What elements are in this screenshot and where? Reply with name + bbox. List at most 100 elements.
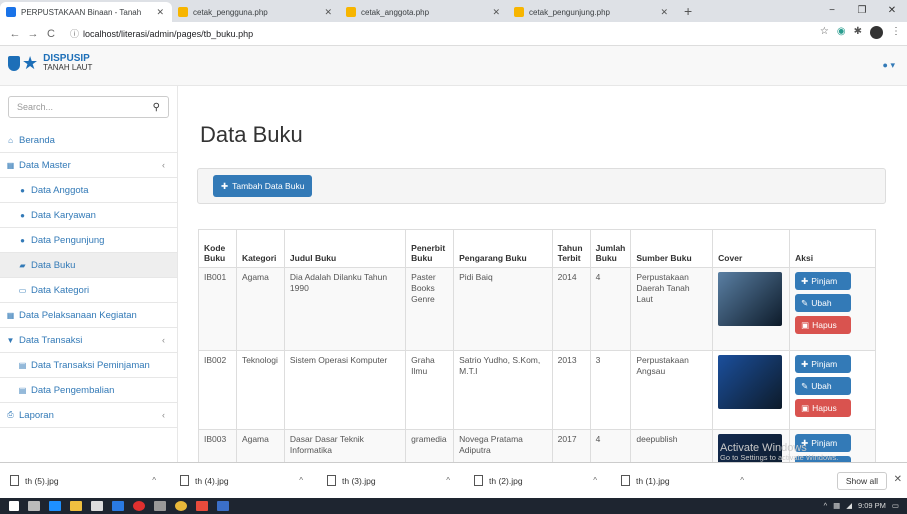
chevron-up-icon[interactable]: ^ [446, 476, 450, 485]
cell-tahun: 2014 [551, 267, 591, 351]
table-icon: ▤ [18, 360, 27, 370]
hapus-label: Hapus [812, 402, 837, 413]
add-book-button[interactable]: ✚ Tambah Data Buku [213, 175, 313, 197]
sidebar-item-data-karyawan[interactable]: ● Data Karyawan [0, 203, 177, 228]
download-item[interactable]: th (4).jpg ^ [170, 469, 317, 493]
profile-avatar[interactable] [870, 26, 883, 39]
store-icon[interactable] [91, 501, 103, 511]
chevron-up-icon[interactable]: ^ [740, 476, 744, 485]
star-icon: ★ [22, 52, 39, 73]
cell-cover [712, 267, 791, 351]
download-item[interactable]: th (2).jpg ^ [464, 469, 611, 493]
edge-icon[interactable] [49, 501, 61, 511]
close-tab-icon[interactable]: ✕ [660, 7, 668, 18]
ubah-button[interactable]: ✎Ubah [795, 294, 852, 312]
download-item[interactable]: th (1).jpg ^ [611, 469, 758, 493]
cell-kode: IB002 [198, 350, 237, 430]
caret-down-icon: ▾ [890, 60, 895, 70]
volume-icon[interactable]: ◢ [846, 501, 852, 510]
close-window-button[interactable]: ✕ [877, 0, 907, 22]
close-tab-icon[interactable]: ✕ [156, 7, 164, 18]
users-icon: ● [20, 235, 25, 245]
opera-icon[interactable] [133, 501, 145, 511]
chevron-up-icon[interactable]: ^ [152, 476, 156, 485]
download-item[interactable]: th (5).jpg ^ [0, 469, 170, 493]
cell-penerbit: Paster Books Genre [405, 267, 455, 351]
cell-judul: Dia Adalah Dilanku Tahun 1990 [283, 267, 407, 351]
extension-icon[interactable]: ◉ [837, 26, 846, 39]
file-icon [621, 475, 630, 486]
sidebar-item-data-transaksi-peminjaman[interactable]: ▤ Data Transaksi Peminjaman [0, 353, 177, 378]
bookmark-star-icon[interactable]: ☆ [820, 26, 829, 39]
sidebar-item-beranda[interactable]: ⌂ Beranda [0, 128, 177, 153]
sidebar-item-label: Laporan [19, 409, 54, 421]
chevron-up-icon[interactable]: ^ [593, 476, 597, 485]
browser-tab-2[interactable]: cetak_anggota.php ✕ [340, 2, 508, 22]
cell-pengarang: Pidi Baiq [453, 267, 553, 351]
sidebar-item-data-pelaksanaan-kegiatan[interactable]: ▦ Data Pelaksanaan Kegiatan [0, 303, 177, 328]
dispusip-logo[interactable]: ★ DISPUSIP TANAH LAUT [8, 54, 92, 72]
app-icon[interactable] [217, 501, 229, 511]
user-menu[interactable]: ● ▾ [883, 60, 895, 71]
sidebar-item-data-master[interactable]: ▦ Data Master ‹ [0, 153, 177, 178]
app-icon[interactable] [196, 501, 208, 511]
browser-tab-0[interactable]: PERPUSTAKAAN Binaan - Tanah ✕ [0, 2, 172, 22]
download-item[interactable]: th (3).jpg ^ [317, 469, 464, 493]
start-icon[interactable] [9, 501, 19, 511]
close-shelf-icon[interactable]: ✕ [894, 474, 902, 485]
reload-icon[interactable]: C [42, 28, 60, 40]
print-icon: ⎙ [7, 410, 14, 419]
task-view-icon[interactable] [28, 501, 40, 511]
new-tab-button[interactable]: + [676, 2, 700, 22]
sidebar-item-laporan[interactable]: ⎙ Laporan ‹ [0, 403, 177, 428]
mail-icon[interactable] [112, 501, 124, 511]
tab-label: cetak_anggota.php [361, 7, 430, 17]
hapus-button[interactable]: ▣ Hapus [795, 316, 852, 334]
cell-aksi: ✚Pinjam ✎Ubah ▣Hapus [789, 350, 876, 430]
sidebar-item-label: Data Pengembalian [31, 384, 115, 396]
back-icon[interactable]: ← [6, 28, 24, 40]
clock[interactable]: 9:09 PM [858, 501, 886, 510]
tray-chevron-icon[interactable]: ^ [824, 501, 828, 510]
browser-menu-icon[interactable]: ⋮ [891, 26, 901, 39]
book-icon: ▰ [19, 260, 26, 270]
chevron-left-icon: ‹ [162, 160, 165, 170]
show-all-button[interactable]: Show all [836, 472, 887, 490]
app-header: ★ DISPUSIP TANAH LAUT ● ▾ [0, 46, 907, 86]
notification-icon[interactable]: ▭ [892, 501, 899, 510]
cell-jumlah: 4 [589, 429, 632, 462]
ubah-button[interactable]: ✎Ubah [795, 377, 852, 395]
trash-icon: ▣ [801, 402, 810, 413]
sidebar-item-data-pengunjung[interactable]: ● Data Pengunjung [0, 228, 177, 253]
close-tab-icon[interactable]: ✕ [492, 7, 500, 18]
cell-jumlah: 3 [589, 350, 632, 430]
cell-tahun: 2017 [551, 429, 591, 462]
download-shelf: th (5).jpg ^ th (4).jpg ^ th (3).jpg ^ th (2).… [0, 462, 907, 498]
hapus-button[interactable]: ▣ Hapus [795, 399, 852, 417]
sidebar-item-data-transaksi[interactable]: ▼ Data Transaksi ‹ [0, 328, 177, 353]
maximize-button[interactable]: ❐ [847, 0, 877, 22]
browser-tab-3[interactable]: cetak_pengunjung.php ✕ [508, 2, 676, 22]
chevron-up-icon[interactable]: ^ [299, 476, 303, 485]
sidebar-item-data-kategori[interactable]: ▭ Data Kategori [0, 278, 177, 303]
network-icon[interactable]: ▦ [833, 501, 840, 510]
sidebar-item-data-pengembalian[interactable]: ▤ Data Pengembalian [0, 378, 177, 403]
sidebar-item-data-anggota[interactable]: ● Data Anggota [0, 178, 177, 203]
close-tab-icon[interactable]: ✕ [324, 7, 332, 18]
forward-icon[interactable]: → [24, 28, 42, 40]
app-icon[interactable] [154, 501, 166, 511]
url-field[interactable]: ⓘ localhost/literasi/admin/pages/tb_buku.… [70, 27, 253, 40]
minimize-button[interactable]: − [817, 0, 847, 22]
puzzle-icon[interactable]: ✱ [854, 26, 862, 39]
download-filename: th (3).jpg [342, 475, 376, 486]
table-header-row: Kode Buku Kategori Judul Buku Penerbit B… [198, 229, 876, 268]
sidebar-search-input[interactable]: Search... ⚲ [8, 96, 169, 118]
browser-tab-1[interactable]: cetak_pengguna.php ✕ [172, 2, 340, 22]
file-explorer-icon[interactable] [70, 501, 82, 511]
sidebar-item-data-buku[interactable]: ▰ Data Buku [0, 253, 177, 278]
pinjam-button[interactable]: ✚ Pinjam [795, 272, 852, 290]
search-icon[interactable]: ⚲ [153, 102, 160, 113]
pinjam-button[interactable]: ✚ Pinjam [795, 355, 852, 373]
books-table-wrapper: Kode Buku Kategori Judul Buku Penerbit B… [198, 229, 876, 462]
chrome-icon[interactable] [175, 501, 187, 511]
